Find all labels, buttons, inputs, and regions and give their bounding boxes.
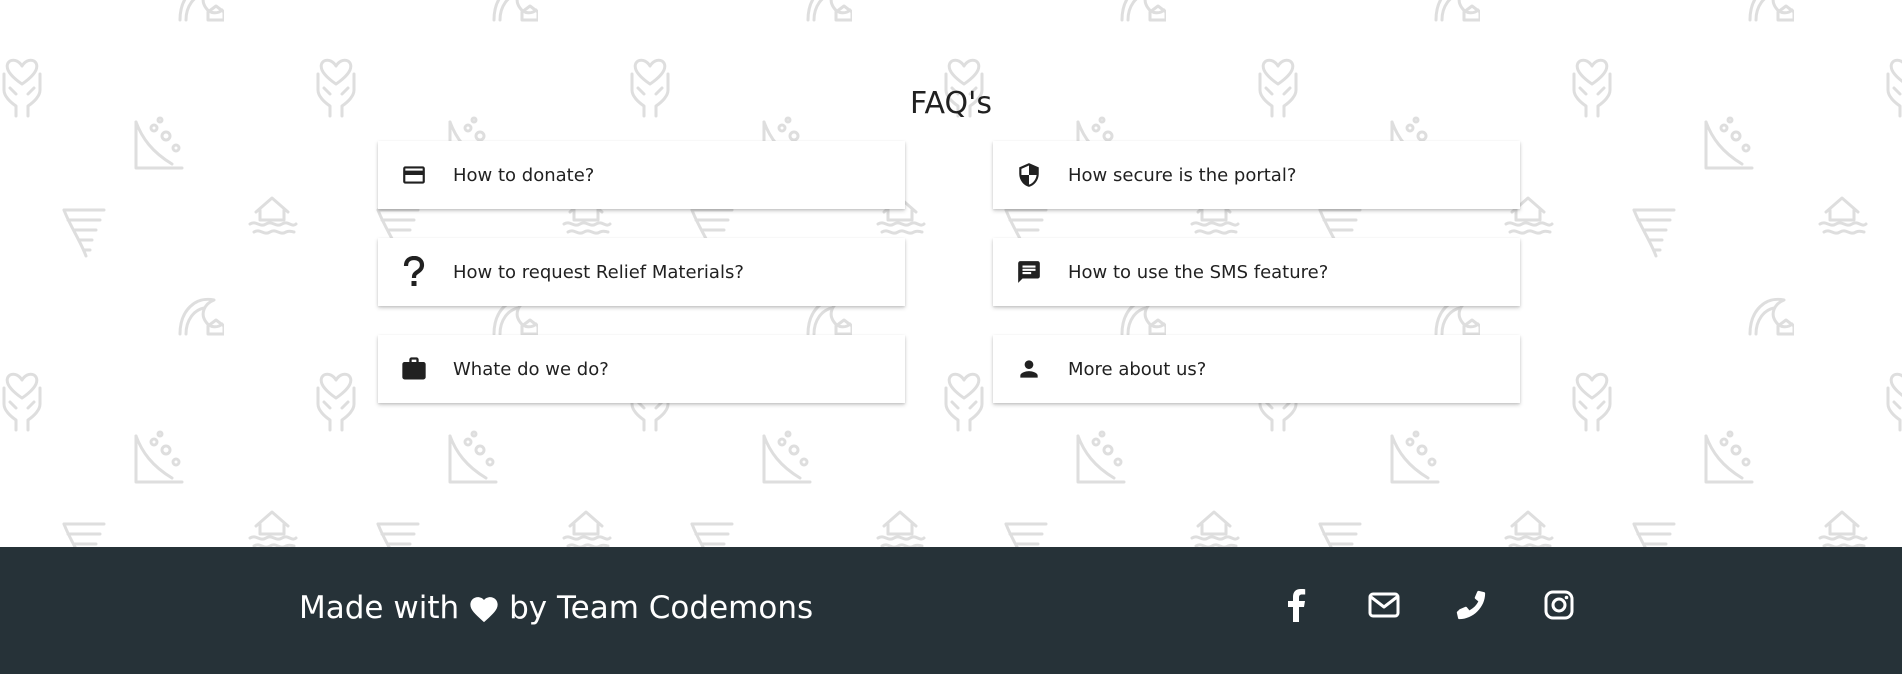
faq-item-request-relief[interactable]: How to request Relief Materials? — [378, 238, 905, 306]
faq-section: FAQ's How to donate? How secure is the p… — [0, 0, 1902, 547]
instagram-icon — [1544, 590, 1574, 624]
faq-item-label: How to request Relief Materials? — [453, 261, 744, 283]
faq-item-about-us[interactable]: More about us? — [993, 335, 1520, 403]
phone-link[interactable] — [1451, 587, 1491, 627]
facebook-link[interactable] — [1276, 587, 1316, 627]
faq-item-what-we-do[interactable]: Whate do we do? — [378, 335, 905, 403]
person-icon — [1013, 353, 1045, 385]
faq-item-label: More about us? — [1068, 358, 1207, 380]
briefcase-icon — [398, 353, 430, 385]
faq-title: FAQ's — [910, 86, 992, 121]
facebook-icon — [1286, 588, 1306, 626]
phone-icon — [1455, 589, 1487, 625]
instagram-link[interactable] — [1539, 587, 1579, 627]
message-icon — [1013, 256, 1045, 288]
footer: Made with by Team Codemons — [0, 547, 1902, 674]
faq-item-sms[interactable]: How to use the SMS feature? — [993, 238, 1520, 306]
faq-item-security[interactable]: How secure is the portal? — [993, 141, 1520, 209]
faq-item-donate[interactable]: How to donate? — [378, 141, 905, 209]
faq-item-label: How secure is the portal? — [1068, 164, 1297, 186]
heart-icon — [467, 593, 501, 623]
question-mark-icon — [398, 256, 430, 288]
shield-icon — [1013, 159, 1045, 191]
footer-credit: Made with by Team Codemons — [299, 587, 813, 629]
faq-item-label: Whate do we do? — [453, 358, 609, 380]
faq-item-label: How to donate? — [453, 164, 595, 186]
mail-link[interactable] — [1364, 587, 1404, 627]
footer-text-after: by Team Codemons — [509, 590, 814, 626]
faq-item-label: How to use the SMS feature? — [1068, 261, 1329, 283]
credit-card-icon — [398, 159, 430, 191]
footer-text-before: Made with — [299, 590, 460, 626]
mail-icon — [1368, 592, 1400, 622]
